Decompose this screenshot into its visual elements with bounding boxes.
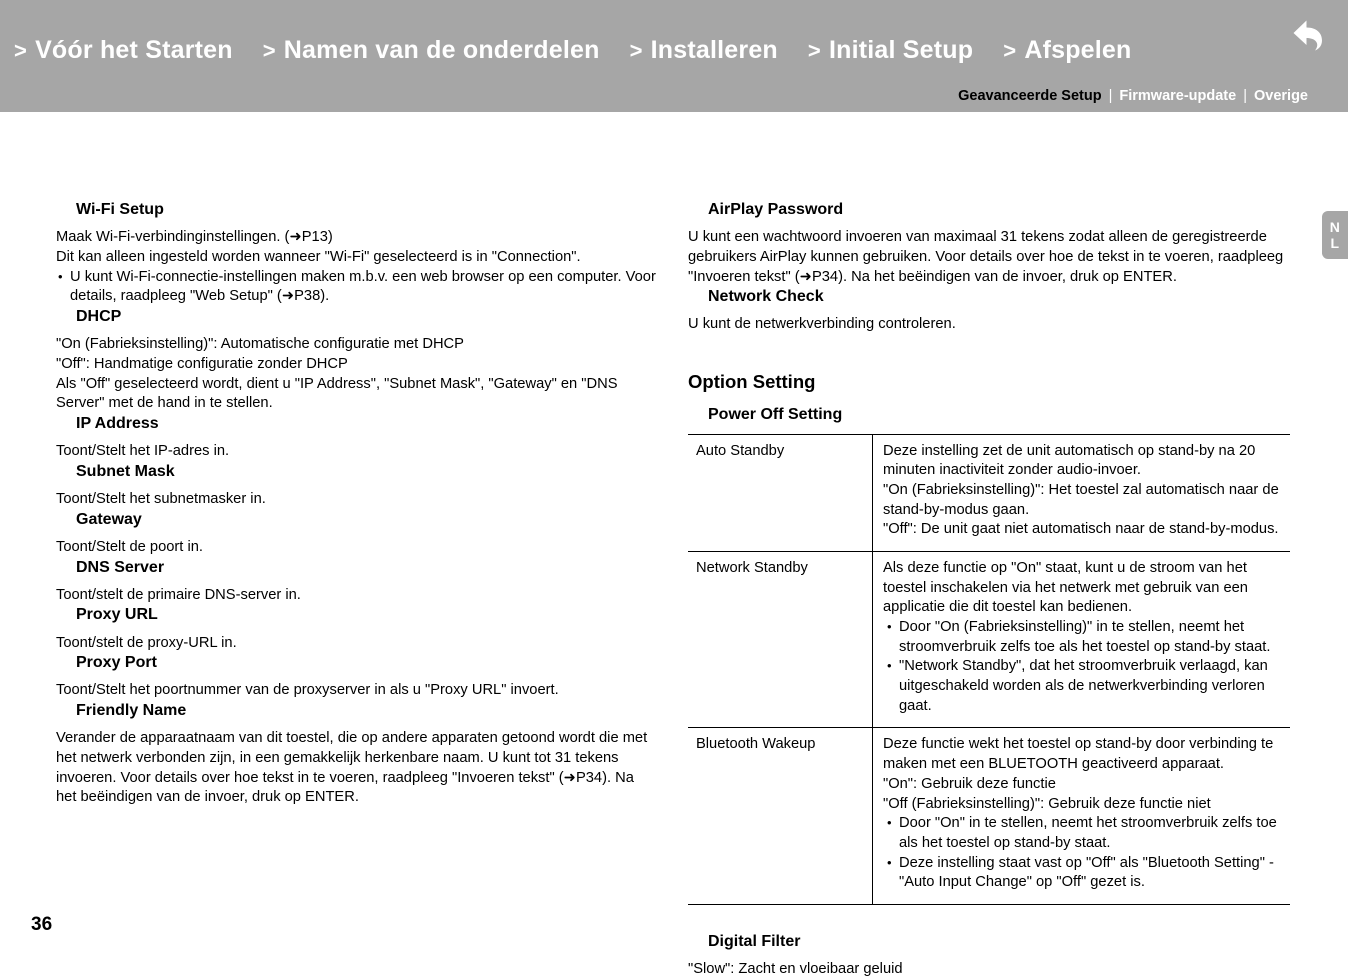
table-cell-key: Bluetooth Wakeup	[688, 727, 873, 905]
heading-subnet-mask: Subnet Mask	[76, 462, 175, 480]
airplay-password-body: U kunt een wachtwoord invoeren van maxim…	[688, 229, 1284, 285]
power-off-setting-table: Auto Standby Deze instelling zet de unit…	[688, 433, 1290, 905]
heading-network-check: Network Check	[708, 288, 824, 306]
table-row: Bluetooth Wakeup Deze functie wekt het t…	[688, 727, 1290, 905]
dhcp-line3: Als "Off" geselecteerd wordt, dient u "I…	[56, 375, 618, 412]
left-column: Wi-Fi Setup Maak Wi-Fi-verbindinginstell…	[56, 200, 656, 808]
wifi-setup-line2: Dit kan alleen ingesteld worden wanneer …	[56, 248, 581, 265]
subnav-separator: |	[1243, 88, 1247, 104]
page-number: 36	[31, 914, 53, 935]
heading-option-setting: Option Setting	[688, 371, 816, 393]
breadcrumb-item-installeren[interactable]: > Installeren	[630, 36, 778, 65]
heading-digital-filter: Digital Filter	[708, 932, 801, 950]
table-value-line: Deze instelling zet de unit automatisch …	[883, 442, 1256, 479]
list-item: Deze instelling staat vast op "Off" als …	[883, 854, 1286, 893]
digital-filter-body: "Slow": Zacht en vloeibaar geluid	[688, 961, 903, 978]
proxy-port-body: Toont/Stelt het poortnummer van de proxy…	[56, 682, 559, 699]
chevron-right-icon: >	[1003, 38, 1017, 63]
heading-ip-address: IP Address	[76, 414, 159, 432]
heading-power-off-setting: Power Off Setting	[708, 406, 843, 424]
breadcrumb: > Vóór het Starten > Namen van de onderd…	[14, 36, 1162, 65]
network-check-body: U kunt de netwerkverbinding controleren.	[688, 316, 956, 333]
table-value-line: "Off": De unit gaat niet automatisch naa…	[883, 521, 1279, 538]
breadcrumb-item-afspelen[interactable]: > Afspelen	[1003, 36, 1131, 65]
dhcp-line2: "Off": Handmatige configuratie zonder DH…	[56, 355, 348, 372]
breadcrumb-item-label: Installeren	[650, 36, 778, 64]
breadcrumb-item-namen-van-de-onderdelen[interactable]: > Namen van de onderdelen	[263, 36, 600, 65]
breadcrumb-item-initial-setup[interactable]: > Initial Setup	[808, 36, 973, 65]
heading-proxy-url: Proxy URL	[76, 606, 158, 624]
table-cell-key: Network Standby	[688, 550, 873, 728]
ip-address-body: Toont/Stelt het IP-adres in.	[56, 443, 230, 460]
list-item: Door "On (Fabrieksinstelling)" in te ste…	[883, 618, 1286, 657]
heading-proxy-port: Proxy Port	[76, 654, 157, 672]
heading-friendly-name: Friendly Name	[76, 702, 187, 720]
gateway-body: Toont/Stelt de poort in.	[56, 538, 203, 555]
subnav-item-firmware-update[interactable]: Firmware-update	[1119, 88, 1236, 104]
table-row: Auto Standby Deze instelling zet de unit…	[688, 433, 1290, 552]
breadcrumb-item-label: Afspelen	[1024, 36, 1132, 64]
list-item: U kunt Wi-Fi-connectie-instellingen make…	[56, 268, 656, 307]
table-cell-value: Als deze functie op "On" staat, kunt u d…	[872, 550, 1290, 728]
subnav-item-geavanceerde-setup[interactable]: Geavanceerde Setup	[958, 88, 1101, 104]
heading-wifi-setup: Wi-Fi Setup	[76, 201, 164, 218]
table-value-bullets: Door "On (Fabrieksinstelling)" in te ste…	[883, 618, 1286, 716]
language-tab-line1: N	[1329, 218, 1341, 235]
heading-dhcp: DHCP	[76, 307, 122, 325]
list-item: "Network Standby", dat het stroomverbrui…	[883, 657, 1286, 716]
table-value-line: "Off (Fabrieksinstelling)": Gebruik deze…	[883, 795, 1211, 812]
table-cell-key: Auto Standby	[688, 433, 873, 552]
page-header: > Vóór het Starten > Namen van de onderd…	[0, 0, 1348, 112]
breadcrumb-item-label: Vóór het Starten	[35, 36, 233, 64]
chevron-right-icon: >	[262, 38, 276, 63]
list-item: Door "On" in te stellen, neemt het stroo…	[883, 814, 1286, 853]
table-row: Network Standby Als deze functie op "On"…	[688, 550, 1290, 728]
chevron-right-icon: >	[14, 38, 28, 63]
friendly-name-body: Verander de apparaatnaam van dit toestel…	[56, 730, 648, 806]
breadcrumb-item-voor-het-starten[interactable]: > Vóór het Starten	[14, 36, 233, 65]
language-tab-line2: L	[1330, 235, 1340, 251]
heading-gateway: Gateway	[76, 510, 142, 528]
table-value-line: "On (Fabrieksinstelling)": Het toestel z…	[883, 481, 1279, 518]
table-value-bullets: Door "On" in te stellen, neemt het stroo…	[883, 814, 1286, 893]
dhcp-line1: "On (Fabrieksinstelling)": Automatische …	[56, 336, 464, 353]
dns-server-body: Toont/stelt de primaire DNS-server in.	[56, 586, 301, 603]
heading-dns-server: DNS Server	[76, 558, 165, 576]
subnav-item-overige[interactable]: Overige	[1254, 88, 1308, 104]
back-arrow-icon[interactable]	[1286, 12, 1330, 56]
table-value-line: Als deze functie op "On" staat, kunt u d…	[883, 559, 1248, 616]
breadcrumb-item-label: Initial Setup	[828, 36, 974, 64]
wifi-setup-line1: Maak Wi-Fi-verbindinginstellingen. (➜P13…	[56, 229, 333, 246]
breadcrumb-item-label: Namen van de onderdelen	[283, 36, 600, 64]
sub-navigation: Geavanceerde Setup | Firmware-update | O…	[958, 88, 1308, 104]
language-tab-nl[interactable]: N L	[1322, 211, 1348, 259]
wifi-setup-bullets: U kunt Wi-Fi-connectie-instellingen make…	[56, 268, 656, 307]
table-cell-value: Deze instelling zet de unit automatisch …	[872, 433, 1290, 552]
proxy-url-body: Toont/stelt de proxy-URL in.	[56, 634, 237, 651]
chevron-right-icon: >	[629, 38, 643, 63]
table-value-line: Deze functie wekt het toestel op stand-b…	[883, 736, 1274, 773]
table-cell-value: Deze functie wekt het toestel op stand-b…	[872, 727, 1290, 905]
chevron-right-icon: >	[807, 38, 821, 63]
right-column: AirPlay Password U kunt een wachtwoord i…	[688, 200, 1292, 980]
table-value-line: "On": Gebruik deze functie	[883, 775, 1056, 792]
subnet-mask-body: Toont/Stelt het subnetmasker in.	[56, 490, 266, 507]
heading-airplay-password: AirPlay Password	[708, 201, 844, 218]
subnav-separator: |	[1108, 88, 1113, 104]
